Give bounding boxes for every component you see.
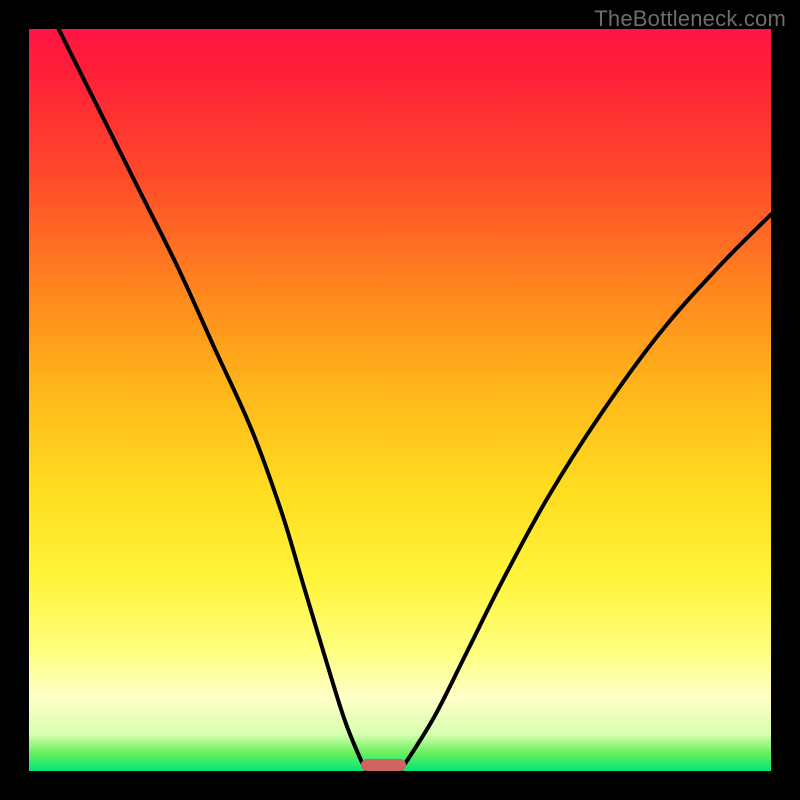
- chart-frame: TheBottleneck.com: [0, 0, 800, 800]
- left-curve: [59, 29, 367, 771]
- curve-layer: [29, 29, 771, 771]
- bottleneck-marker: [361, 759, 406, 771]
- right-curve: [400, 215, 771, 772]
- watermark-text: TheBottleneck.com: [594, 6, 786, 32]
